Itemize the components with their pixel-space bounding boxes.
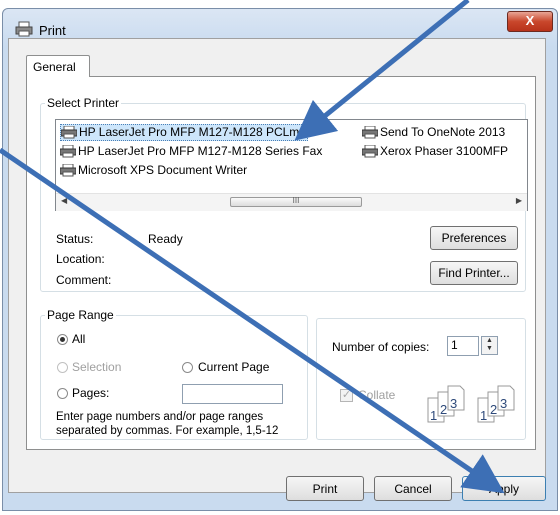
comment-label: Comment: bbox=[56, 273, 112, 287]
printer-list-scrollbar[interactable]: ◀ III ▶ bbox=[56, 193, 527, 211]
printer-icon bbox=[362, 145, 378, 158]
printer-icon bbox=[362, 126, 378, 139]
selection-radio bbox=[57, 362, 68, 373]
close-button[interactable]: X bbox=[507, 11, 553, 32]
printer-item[interactable]: Xerox Phaser 3100MFP bbox=[362, 144, 508, 159]
copies-spinner[interactable]: ▲ ▼ bbox=[481, 336, 498, 355]
number-of-copies-label: Number of copies: bbox=[332, 340, 430, 354]
all-radio[interactable] bbox=[57, 334, 68, 345]
select-printer-legend: Select Printer bbox=[47, 96, 120, 110]
current-page-label: Current Page bbox=[198, 360, 270, 374]
pages-label: Pages: bbox=[72, 386, 110, 400]
preferences-button[interactable]: Preferences bbox=[430, 226, 518, 250]
printer-icon bbox=[60, 164, 76, 177]
cancel-button[interactable]: Cancel bbox=[374, 476, 452, 501]
collate-pages-icon: 1 2 3 1 2 3 bbox=[427, 385, 515, 423]
collate-digit: 1 bbox=[430, 408, 437, 423]
collate-checkbox: ✓ bbox=[340, 389, 353, 402]
spin-down-icon[interactable]: ▼ bbox=[482, 345, 497, 353]
all-label: All bbox=[72, 332, 86, 346]
apply-button[interactable]: Apply bbox=[462, 476, 546, 501]
status-label: Status: bbox=[56, 232, 94, 246]
printer-item[interactable]: Microsoft XPS Document Writer bbox=[60, 163, 247, 178]
fax-icon bbox=[60, 145, 76, 158]
printer-name: HP LaserJet Pro MFP M127-M128 PCLmS bbox=[79, 125, 308, 139]
printer-item[interactable]: HP LaserJet Pro MFP M127-M128 Series Fax bbox=[60, 144, 322, 159]
scroll-left-arrow-icon[interactable]: ◀ bbox=[61, 196, 67, 205]
current-page-radio[interactable] bbox=[182, 362, 193, 373]
printer-name: Microsoft XPS Document Writer bbox=[78, 163, 248, 177]
status-value: Ready bbox=[148, 232, 183, 246]
page-range-hint-line2: separated by commas. For example, 1,5-12 bbox=[56, 425, 279, 437]
scroll-thumb[interactable]: III bbox=[230, 197, 362, 207]
collate-digit: 2 bbox=[440, 402, 447, 417]
printer-name: Xerox Phaser 3100MFP bbox=[380, 144, 509, 158]
find-printer-button[interactable]: Find Printer... bbox=[430, 261, 518, 285]
collate-digit: 1 bbox=[480, 408, 487, 423]
collate-digit: 3 bbox=[500, 396, 507, 411]
tab-general[interactable]: General bbox=[26, 55, 90, 77]
printer-name: HP LaserJet Pro MFP M127-M128 Series Fax bbox=[78, 144, 323, 158]
spin-up-icon[interactable]: ▲ bbox=[482, 337, 497, 345]
print-button[interactable]: Print bbox=[286, 476, 364, 501]
copies-input[interactable]: 1 bbox=[447, 336, 479, 356]
collate-digit: 2 bbox=[490, 402, 497, 417]
scroll-right-arrow-icon[interactable]: ▶ bbox=[516, 196, 522, 205]
printer-name: Send To OneNote 2013 bbox=[380, 125, 506, 139]
location-label: Location: bbox=[56, 252, 105, 266]
printer-icon bbox=[15, 21, 33, 37]
page-range-legend: Page Range bbox=[47, 308, 114, 322]
pages-radio[interactable] bbox=[57, 388, 68, 399]
printer-item[interactable]: Send To OneNote 2013 bbox=[362, 125, 505, 140]
printer-item[interactable]: HP LaserJet Pro MFP M127-M128 PCLmS bbox=[60, 124, 309, 141]
page-range-hint-line1: Enter page numbers and/or page ranges bbox=[56, 411, 264, 423]
selection-label: Selection bbox=[72, 360, 122, 374]
window-title: Print bbox=[39, 23, 66, 38]
collate-digit: 3 bbox=[450, 396, 457, 411]
printer-icon bbox=[61, 126, 77, 139]
collate-label: Collate bbox=[358, 388, 396, 402]
pages-input[interactable] bbox=[182, 384, 283, 404]
